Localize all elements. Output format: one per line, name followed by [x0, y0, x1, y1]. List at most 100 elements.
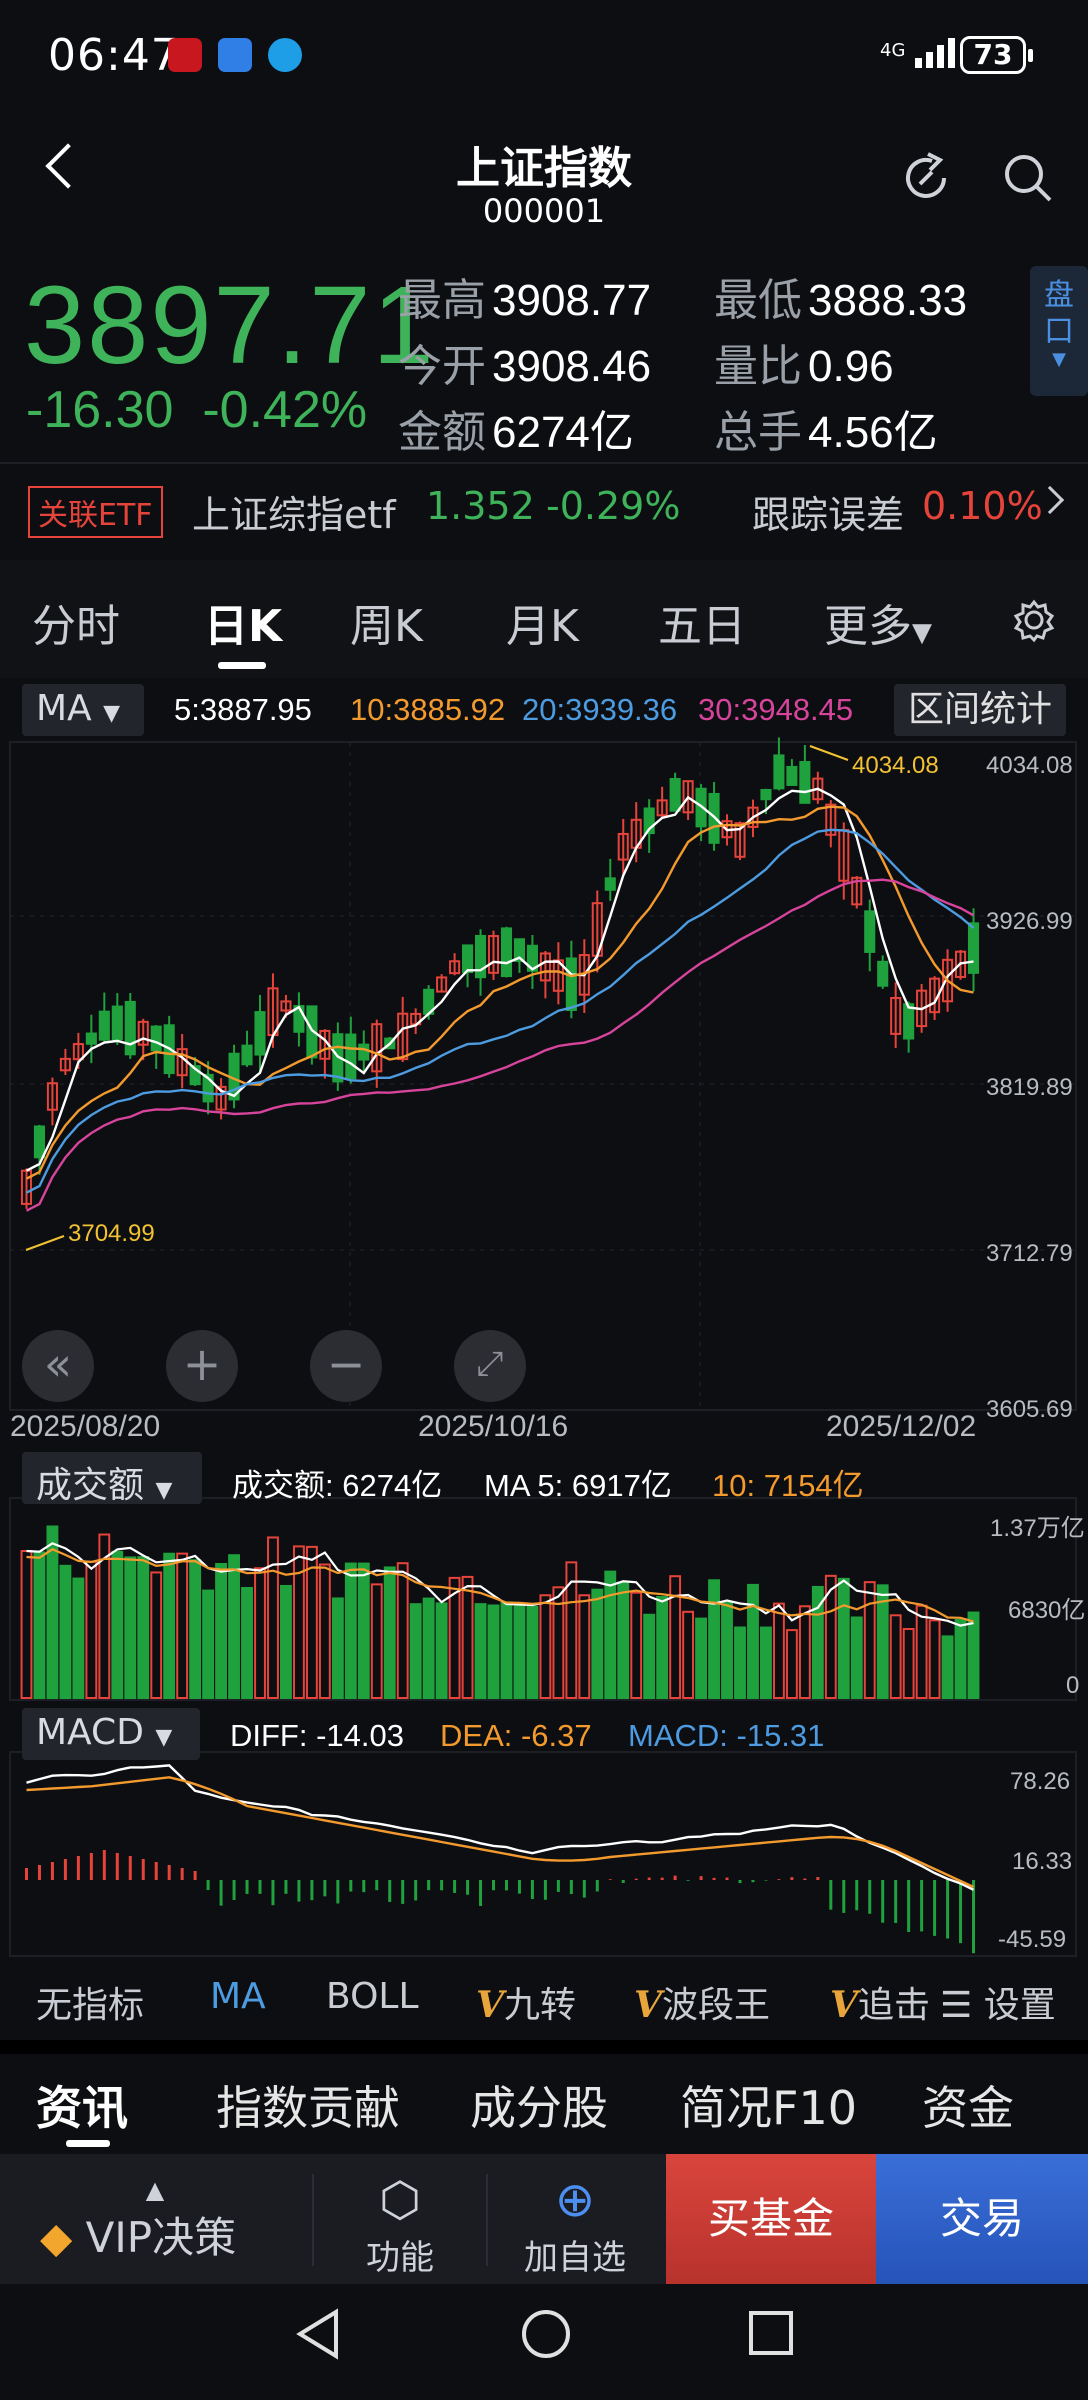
volume-bar — [461, 1575, 474, 1699]
nav-home-icon[interactable] — [518, 2306, 574, 2362]
candle-body — [241, 1044, 253, 1066]
volume-bar — [539, 1594, 552, 1700]
volume-bar — [695, 1617, 708, 1700]
volume-bar — [202, 1589, 215, 1700]
indicator-zhuiji[interactable]: V追击 — [830, 1976, 940, 2028]
macd-diff: DIFF: -14.03 — [230, 1718, 404, 1753]
volume-bar — [863, 1581, 876, 1700]
fullscreen-icon[interactable]: ⤢ — [454, 1330, 526, 1402]
volume-bar — [85, 1560, 98, 1699]
y-label: 3712.79 — [986, 1240, 1073, 1267]
nav-recents-icon[interactable] — [746, 2308, 796, 2358]
volume-ma5: MA 5: 6917亿 — [484, 1468, 672, 1503]
indicator-none[interactable]: 无指标 — [36, 1976, 144, 2028]
divider — [312, 2174, 314, 2266]
volume-bar — [747, 1583, 759, 1700]
divider — [0, 2040, 1088, 2054]
volume-bar — [292, 1545, 305, 1699]
volume-bar — [591, 1588, 604, 1699]
volume-bar — [228, 1554, 240, 1700]
candle-body — [760, 788, 772, 801]
y-label: 3819.89 — [986, 1074, 1073, 1101]
volume-bar — [267, 1536, 279, 1700]
volume-bar — [889, 1614, 902, 1699]
candle-body — [150, 1025, 162, 1052]
date-label: 2025/10/16 — [418, 1410, 569, 1443]
max-marker: 4034.08 — [852, 752, 939, 779]
indicator-boduanwang[interactable]: V波段王 — [634, 1976, 770, 2028]
candle-body — [254, 1011, 266, 1056]
tab-constituents[interactable]: 成分股 — [470, 2072, 608, 2138]
tab-funds[interactable]: 资金 — [922, 2072, 1014, 2138]
macd-y-label: 78.26 — [1010, 1768, 1071, 1795]
min-marker-line — [25, 1235, 65, 1251]
add-circle-icon: ⊕ — [554, 2172, 596, 2228]
candle-body — [124, 1000, 136, 1056]
candle-body — [786, 765, 798, 786]
indicator-boll[interactable]: BOLL — [326, 1976, 419, 2017]
candle-body — [877, 960, 889, 987]
volume-bar — [772, 1602, 785, 1699]
volume-bar — [215, 1562, 228, 1699]
macd-dea: DEA: -6.37 — [440, 1718, 592, 1753]
candle-body — [773, 754, 785, 790]
v-badge-icon: V — [830, 1984, 858, 2026]
ma-line — [25, 805, 974, 1180]
function-button[interactable]: ⬡ 功能 — [340, 2170, 460, 2279]
rewind-icon[interactable]: « — [22, 1330, 94, 1402]
volume-value: 成交额: 6274亿 — [232, 1468, 443, 1503]
tab-f10[interactable]: 简况F10 — [680, 2072, 857, 2138]
candle-body — [864, 910, 876, 953]
divider — [486, 2174, 488, 2266]
volume-bar — [435, 1602, 448, 1700]
y-label: 4034.08 — [986, 752, 1073, 779]
volume-bar — [409, 1603, 422, 1699]
volume-bar — [526, 1605, 539, 1700]
indicator-jiuzhuan[interactable]: V九转 — [476, 1976, 576, 2028]
volume-bar — [500, 1601, 513, 1699]
nav-back-icon[interactable] — [292, 2306, 342, 2362]
volume-bar — [344, 1562, 357, 1700]
caret-down-icon: ▼ — [155, 1725, 173, 1750]
macd-selector[interactable]: MACD ▼ — [22, 1708, 200, 1760]
volume-bar — [422, 1597, 435, 1700]
volume-selector[interactable]: 成交额 ▼ — [22, 1452, 202, 1506]
volume-bar — [72, 1577, 85, 1700]
buy-fund-button[interactable]: 买基金 — [666, 2154, 876, 2284]
vip-decision-button[interactable]: ▲ ◆ VIP决策 — [40, 2176, 270, 2265]
volume-bar — [513, 1604, 526, 1700]
candle-body — [565, 957, 577, 1011]
volume-bar — [708, 1579, 720, 1699]
volume-bar — [643, 1613, 656, 1700]
candle-body — [669, 777, 681, 812]
macd-y-label: 16.33 — [1012, 1848, 1073, 1875]
volume-bar — [331, 1597, 344, 1700]
zoom-out-icon[interactable]: − — [310, 1330, 382, 1402]
volume-bar — [967, 1611, 980, 1700]
system-nav-bar — [0, 2284, 1088, 2400]
volume-bar — [124, 1556, 137, 1699]
tab-index-contribution[interactable]: 指数贡献 — [216, 2072, 400, 2138]
volume-bar — [487, 1604, 500, 1699]
volume-bar — [357, 1562, 370, 1700]
tab-news[interactable]: 资讯 — [36, 2072, 128, 2138]
indicator-ma[interactable]: MA — [210, 1976, 266, 2017]
volume-bar — [941, 1635, 954, 1699]
add-watchlist-button[interactable]: ⊕ 加自选 — [510, 2170, 640, 2279]
indicator-settings[interactable]: ☰ 设置 — [936, 1976, 1056, 2028]
volume-bar — [915, 1604, 928, 1699]
volume-bar — [850, 1616, 863, 1700]
volume-bar — [241, 1587, 253, 1699]
volume-bar — [59, 1564, 72, 1699]
volume-bar — [280, 1584, 292, 1700]
cube-icon: ⬡ — [379, 2172, 421, 2228]
trade-button[interactable]: 交易 — [876, 2154, 1088, 2284]
volume-bar — [656, 1595, 669, 1700]
volume-bar — [318, 1563, 331, 1699]
diamond-icon: ◆ — [40, 2213, 73, 2262]
date-label: 2025/12/02 — [826, 1410, 977, 1443]
volume-bar — [682, 1610, 695, 1699]
volume-bar — [383, 1566, 396, 1700]
zoom-in-icon[interactable]: + — [166, 1330, 238, 1402]
min-marker: 3704.99 — [68, 1220, 155, 1247]
